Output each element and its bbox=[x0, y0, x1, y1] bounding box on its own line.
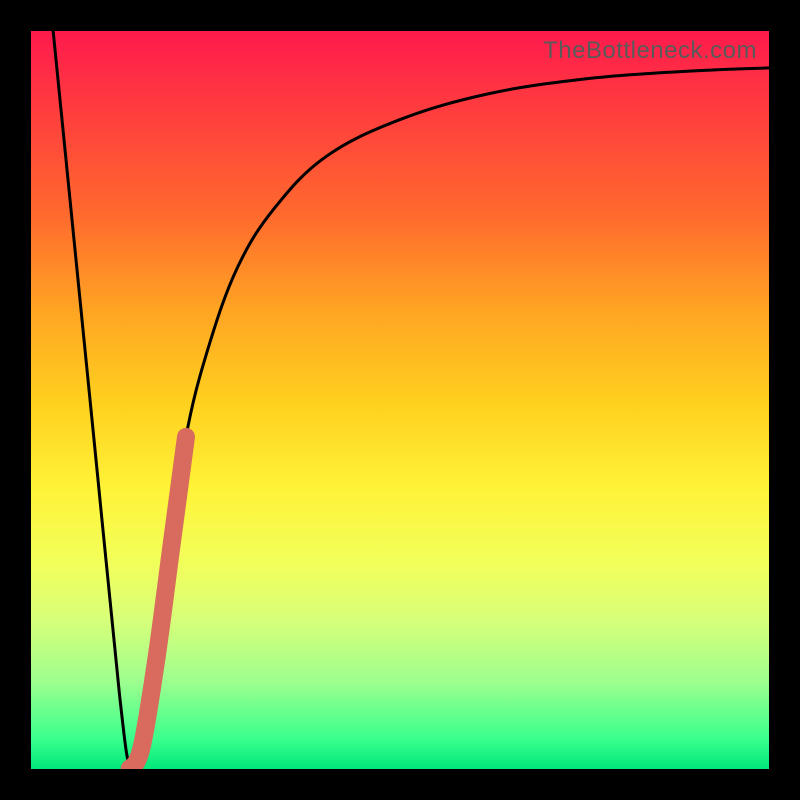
curve-highlight bbox=[131, 437, 186, 769]
plot-area: TheBottleneck.com bbox=[31, 31, 769, 769]
outer-frame: TheBottleneck.com bbox=[0, 0, 800, 800]
chart-svg bbox=[31, 31, 769, 769]
